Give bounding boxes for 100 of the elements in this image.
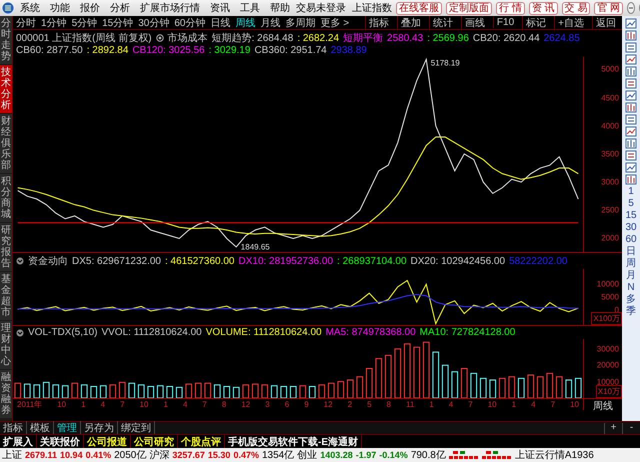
period-tab[interactable]: 5分钟 — [72, 16, 98, 30]
menu-item[interactable]: 报价 — [76, 1, 104, 15]
collapse-icon[interactable] — [16, 328, 24, 336]
period-tab[interactable]: 1分钟 — [41, 16, 67, 30]
volume-bar — [413, 346, 420, 398]
top-button[interactable]: 定制版面 — [446, 2, 492, 14]
target-icon[interactable] — [156, 34, 164, 42]
chart-tool-icon[interactable] — [625, 114, 637, 125]
period-shortcut[interactable]: N — [627, 282, 635, 293]
top-button[interactable]: 资 讯 — [528, 2, 558, 14]
indicator-value: VOL-TDX(5,10) — [28, 327, 98, 338]
period-tab[interactable]: 分时 — [16, 16, 36, 30]
side-tab[interactable]: 理财中心 — [0, 321, 12, 369]
side-tab[interactable]: 积分商城 — [0, 174, 12, 222]
period-tab[interactable]: 日线 — [210, 16, 230, 30]
chart-tool-button[interactable]: 叠加 — [396, 16, 424, 30]
menu-item[interactable]: 扩展市场行情 — [136, 1, 204, 15]
chart-tool-button[interactable]: 标记 — [522, 16, 550, 30]
chart-tool-icon[interactable] — [625, 42, 637, 53]
volume-bar — [223, 386, 230, 398]
period-shortcut[interactable]: 60 — [625, 234, 637, 245]
period-tab[interactable]: 月线 — [260, 16, 280, 30]
axis-label: 5000 — [601, 292, 619, 302]
chart-tool-icon[interactable] — [625, 90, 637, 101]
volume-bar — [138, 384, 145, 398]
top-button[interactable]: 官 网 — [594, 2, 624, 14]
chart-tool-button[interactable]: 返回 — [592, 16, 619, 30]
date-label: 11 — [406, 400, 414, 409]
indicator-value: : 2569.96 — [427, 32, 469, 44]
period-tab[interactable]: 周线 — [236, 16, 256, 30]
period-shortcut[interactable]: 日 — [626, 246, 636, 257]
menu-item[interactable]: 分析 — [106, 1, 134, 15]
date-label: 4 — [531, 400, 536, 409]
date-label: 4 — [448, 400, 454, 409]
chart-tool-icon[interactable] — [625, 30, 637, 41]
volume-bar — [270, 385, 278, 398]
period-shortcut[interactable]: 30 — [625, 222, 637, 233]
indicator-value: 2938.89 — [330, 45, 367, 56]
chart-tool-icon[interactable] — [625, 162, 637, 173]
side-tab[interactable]: 技术分析 — [0, 65, 12, 113]
chart-tool-icon[interactable] — [625, 174, 637, 185]
side-tab[interactable]: 基金超市 — [0, 272, 12, 320]
period-tab[interactable]: 60分钟 — [174, 16, 206, 30]
chart-tool-button[interactable]: F10 — [492, 17, 518, 28]
side-tab[interactable]: 研究报告 — [0, 223, 12, 271]
volume-bar — [546, 372, 554, 398]
indicator-value: VVOL: 1112810624.00 — [101, 327, 202, 338]
indicator-value: 2580.43 — [387, 32, 424, 44]
side-tab[interactable]: 财经俱乐部 — [0, 114, 12, 173]
indicator-value: 市场成本 — [168, 32, 208, 45]
period-shortcut[interactable]: 季 — [626, 306, 636, 317]
volume-bar — [346, 379, 354, 398]
index-percent: 0.41% — [86, 450, 112, 460]
chart-tool-icon[interactable] — [625, 126, 637, 137]
volume-bar — [166, 386, 174, 398]
menu-item[interactable]: 功能 — [46, 1, 74, 15]
volume-bar — [308, 386, 316, 398]
axis-label: 10000 — [596, 280, 619, 289]
period-tab[interactable]: 更多 > — [320, 16, 350, 30]
menu-item[interactable]: 工具 — [236, 1, 264, 15]
period-tab[interactable]: 15分钟 — [102, 16, 134, 30]
chart-tool-button[interactable]: 指标 — [364, 16, 392, 30]
menu-item[interactable]: 资讯 — [206, 1, 234, 15]
period-shortcut[interactable]: 月 — [626, 270, 636, 281]
menu-item[interactable]: 帮助 — [266, 1, 294, 15]
menu-item[interactable]: 系统 — [16, 1, 44, 15]
minimize-button[interactable] — [627, 2, 636, 14]
chart-tool-button[interactable]: +自选 — [554, 16, 587, 30]
period-shortcut[interactable]: 周 — [626, 258, 636, 269]
collapse-icon[interactable] — [16, 257, 24, 265]
index-name: 沪深 — [149, 448, 170, 462]
side-tab[interactable]: 融资融券 — [0, 370, 12, 418]
chart-tool-icon[interactable] — [625, 18, 637, 29]
date-label: 10 — [57, 400, 66, 409]
chart-tool-icon[interactable] — [625, 150, 637, 161]
indicator-value: : 461527360.00 — [164, 256, 234, 266]
volume-bar — [498, 378, 506, 398]
indicator-value: CB120: 3025.56 — [132, 45, 205, 56]
top-button[interactable]: 在线客服 — [396, 2, 442, 14]
chart-tool-icon[interactable] — [625, 102, 637, 113]
top-button[interactable]: 交 易 — [562, 2, 590, 14]
top-button[interactable]: 行 情 — [496, 2, 525, 14]
chart-tool-button[interactable]: 画线 — [460, 16, 488, 30]
index-value: 1403.28 — [320, 450, 353, 460]
period-shortcut[interactable]: 15 — [625, 210, 637, 221]
chart-tool-icon[interactable] — [625, 138, 637, 149]
period-tab[interactable]: 多周期 — [286, 16, 316, 30]
period-shortcut[interactable]: 多 — [626, 294, 636, 305]
volume-bar — [52, 384, 60, 398]
chart-tool-icon[interactable] — [625, 54, 637, 65]
period-shortcut[interactable]: 5 — [628, 198, 634, 209]
side-tab[interactable]: 分时走势 — [0, 16, 12, 64]
index-name: 上证 — [2, 448, 22, 462]
volume-bar — [318, 384, 326, 398]
chart-tool-icon[interactable] — [625, 78, 637, 89]
period-shortcut[interactable]: 1 — [628, 186, 634, 197]
indicator-value: VOLUME: 1112810624.00 — [206, 327, 322, 338]
period-tab[interactable]: 30分钟 — [138, 16, 170, 30]
chart-tool-icon[interactable] — [625, 66, 637, 77]
chart-tool-button[interactable]: 统计 — [428, 16, 456, 30]
